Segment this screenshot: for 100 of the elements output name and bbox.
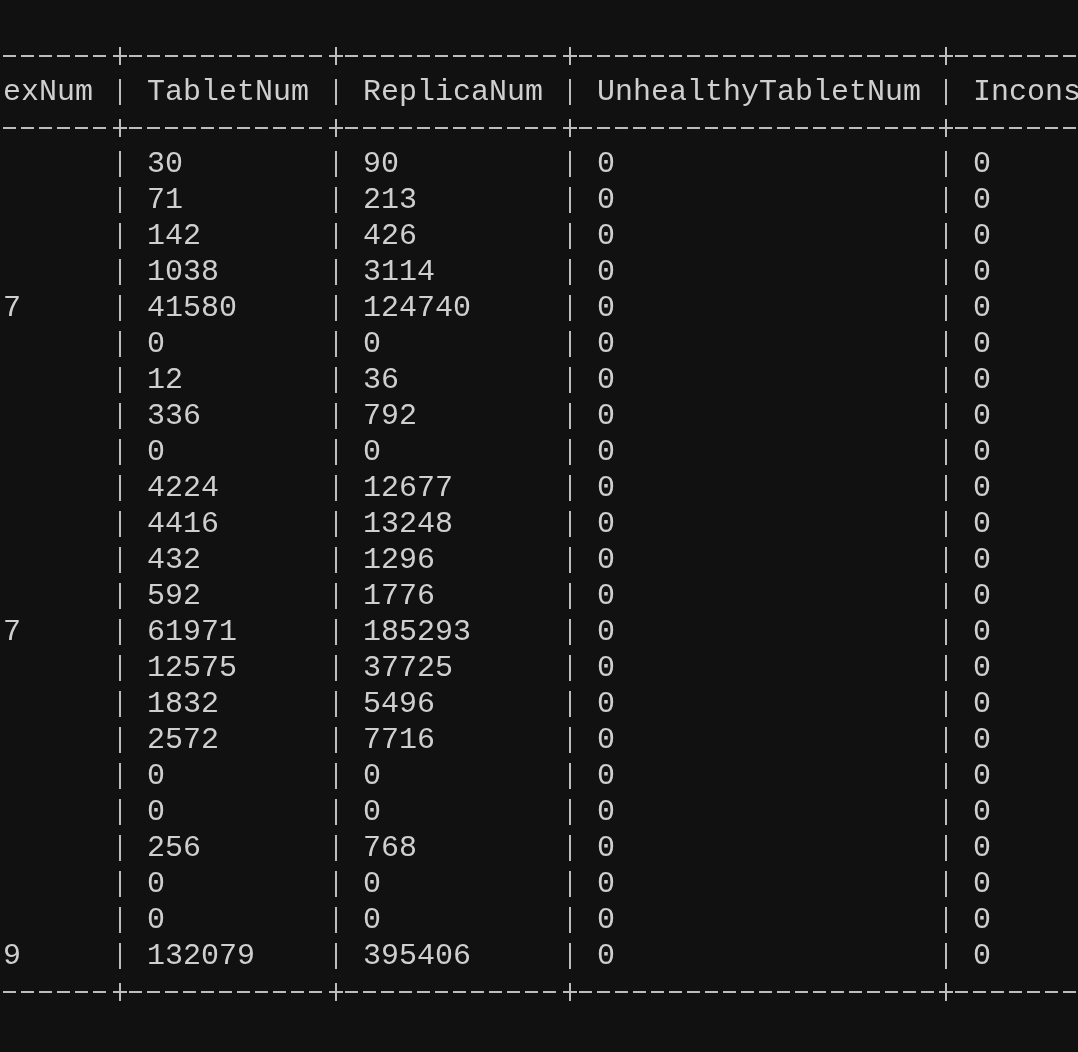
- table-cell: 1776: [363, 579, 435, 613]
- table-cell: 0: [973, 939, 991, 973]
- table-cell: 0: [597, 435, 615, 469]
- table-cell: 0: [973, 327, 991, 361]
- table-cell: 41580: [147, 291, 237, 325]
- table-cell: 0: [973, 651, 991, 685]
- table-cell: 426: [363, 219, 417, 253]
- table-cell: 213: [363, 183, 417, 217]
- table-cell: 0: [147, 795, 165, 829]
- table-cell: 0: [973, 399, 991, 433]
- table-cell: 30: [147, 147, 183, 181]
- table-cell: 395406: [363, 939, 472, 973]
- table-cell: 13248: [363, 507, 453, 541]
- table-cell: 0: [147, 435, 165, 469]
- table-cell: 592: [147, 579, 201, 613]
- table-cell: 0: [597, 579, 615, 613]
- table-cell: 0: [147, 759, 165, 793]
- table-cell: 0: [597, 867, 615, 901]
- table-cell: 0: [597, 651, 615, 685]
- table-cell: 0: [597, 687, 615, 721]
- table-cell: 0: [597, 363, 615, 397]
- table-cell: 432: [147, 543, 201, 577]
- table-cell: 3114: [363, 255, 435, 289]
- table-cell: 1832: [147, 687, 219, 721]
- table-cell: 0: [973, 471, 991, 505]
- table-cell: 0: [973, 579, 991, 613]
- table-cell: 0: [973, 903, 991, 937]
- table-cell: 132079: [147, 939, 256, 973]
- column-header: exNum: [3, 75, 93, 109]
- table-cell: 4416: [147, 507, 219, 541]
- table-cell: 0: [597, 219, 615, 253]
- table-cell: 0: [973, 291, 991, 325]
- table-cell: 0: [597, 147, 615, 181]
- table-cell: 0: [147, 903, 165, 937]
- table-cell: 0: [973, 435, 991, 469]
- table-cell: 0: [973, 615, 991, 649]
- table-cell: 0: [973, 795, 991, 829]
- table-cell: 4224: [147, 471, 219, 505]
- table-cell: 0: [973, 687, 991, 721]
- table-cell: 0: [597, 327, 615, 361]
- table-cell: 0: [597, 291, 615, 325]
- table-cell: 36: [363, 363, 399, 397]
- table-cell: 37725: [363, 651, 453, 685]
- table-cell: 0: [597, 471, 615, 505]
- table-cell: 0: [597, 903, 615, 937]
- table-cell: 12575: [147, 651, 237, 685]
- table-cell: 0: [597, 507, 615, 541]
- table-cell: 1296: [363, 543, 435, 577]
- table-cell: 142: [147, 219, 201, 253]
- table-cell: 0: [973, 147, 991, 181]
- table-cell: 124740: [363, 291, 472, 325]
- table-cell: 0: [597, 939, 615, 973]
- table-cell: 0: [597, 795, 615, 829]
- table-cell: 0: [973, 507, 991, 541]
- table-cell: 0: [363, 795, 381, 829]
- table-cell: 0: [973, 543, 991, 577]
- table-cell: 7716: [363, 723, 435, 757]
- table-cell: 0: [147, 327, 165, 361]
- table-cell: 0: [973, 759, 991, 793]
- table-cell: 0: [597, 723, 615, 757]
- table-cell: 12677: [363, 471, 453, 505]
- column-header: Incons: [973, 75, 1078, 109]
- table-cell: 0: [597, 183, 615, 217]
- table-cell: 2572: [147, 723, 219, 757]
- table-cell: 792: [363, 399, 417, 433]
- table-cell: 768: [363, 831, 417, 865]
- table-cell: 9: [3, 939, 21, 973]
- table-cell: 0: [973, 183, 991, 217]
- table-cell: 0: [973, 219, 991, 253]
- table-cell: 5496: [363, 687, 435, 721]
- table-cell: 0: [597, 255, 615, 289]
- table-cell: 90: [363, 147, 399, 181]
- table-cell: 0: [363, 759, 381, 793]
- table-cell: 0: [597, 759, 615, 793]
- table-cell: 0: [363, 903, 381, 937]
- table-cell: 0: [597, 615, 615, 649]
- table-cell: 256: [147, 831, 201, 865]
- table-cell: 185293: [363, 615, 472, 649]
- table-cell: 0: [973, 363, 991, 397]
- table-cell: 0: [147, 867, 165, 901]
- column-header: TabletNum: [147, 75, 310, 109]
- table-cell: 0: [973, 831, 991, 865]
- table-cell: 0: [597, 543, 615, 577]
- column-header: UnhealthyTabletNum: [597, 75, 922, 109]
- table-cell: 7: [3, 615, 21, 649]
- table-cell: 0: [973, 255, 991, 289]
- table-cell: 12: [147, 363, 183, 397]
- table-cell: 71: [147, 183, 183, 217]
- table-cell: 0: [363, 327, 381, 361]
- table-cell: 336: [147, 399, 201, 433]
- table-cell: 7: [3, 291, 21, 325]
- table-cell: 0: [363, 867, 381, 901]
- table-cell: 0: [973, 867, 991, 901]
- table-cell: 0: [597, 399, 615, 433]
- table-cell: 0: [973, 723, 991, 757]
- column-header: ReplicaNum: [363, 75, 544, 109]
- table-cell: 0: [597, 831, 615, 865]
- table-cell: 61971: [147, 615, 237, 649]
- table-cell: 0: [363, 435, 381, 469]
- table-cell: 1038: [147, 255, 219, 289]
